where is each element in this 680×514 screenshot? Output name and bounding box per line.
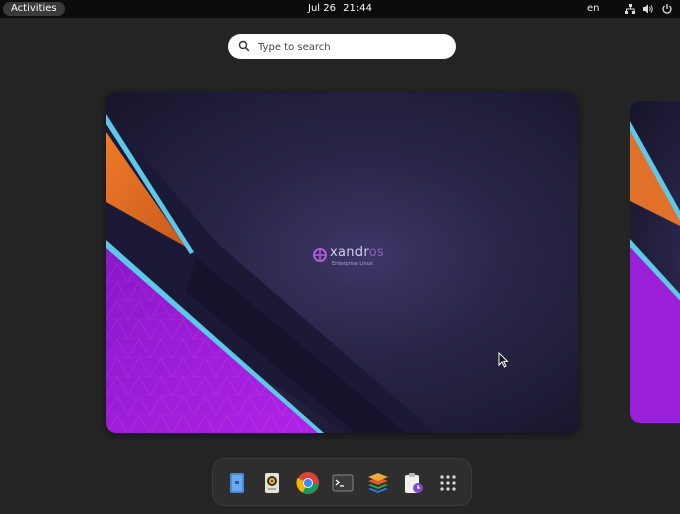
clipboard-clock-icon[interactable] [401,471,425,495]
xandros-logo: xandros Enterprise Linux [310,245,390,275]
search-icon [238,40,250,52]
workspace-thumbnail-next[interactable] [630,101,680,423]
network-icon[interactable] [624,3,636,15]
chrome-icon[interactable] [296,471,320,495]
search-input[interactable] [256,38,450,57]
wallpaper-next [630,121,680,423]
clock-date: Jul 26 [308,3,336,14]
speaker-app-icon[interactable] [260,471,284,495]
brand-subtitle: Enterprise Linux [332,261,373,267]
terminal-icon[interactable] [331,471,355,495]
power-icon[interactable] [661,3,673,15]
app-grid-icon[interactable] [436,471,460,495]
mouse-cursor-icon [498,352,509,368]
files-icon[interactable] [225,471,249,495]
dock [212,458,472,506]
clock-time: 21:44 [343,3,372,14]
top-bar: Activities Jul 26 21:44 en [0,0,680,18]
volume-icon[interactable] [642,3,654,15]
workspace-thumbnail[interactable]: xandros Enterprise Linux [106,92,578,433]
layers-app-icon[interactable] [366,471,390,495]
clock[interactable]: Jul 26 21:44 [0,0,680,18]
xandros-emblem-icon [313,248,327,262]
brand-name: xandros [330,245,385,260]
language-indicator[interactable]: en [587,0,600,18]
search-box[interactable] [228,34,456,59]
